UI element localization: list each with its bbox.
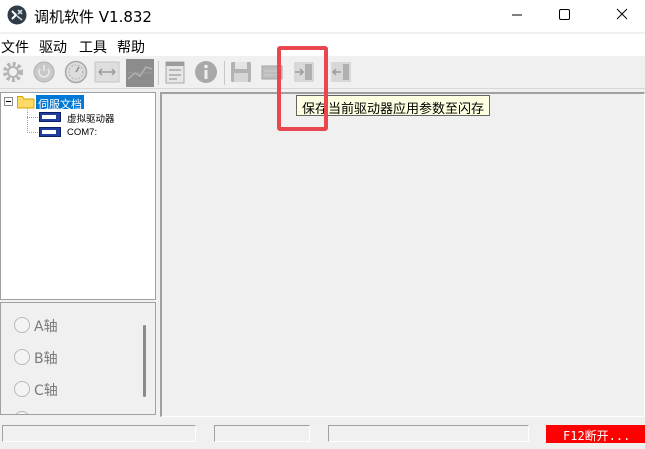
folder-icon	[17, 96, 35, 109]
status-field-1	[2, 425, 196, 442]
app-logo-icon	[7, 5, 27, 25]
minimize-icon	[512, 14, 522, 16]
param-log-icon	[165, 61, 185, 84]
close-icon	[616, 8, 628, 20]
drive-device-icon	[39, 127, 61, 137]
close-button[interactable]	[599, 0, 645, 30]
axis-b-label: B轴	[34, 351, 58, 367]
menu-tools[interactable]: 工具	[79, 37, 107, 57]
param-log-button[interactable]	[162, 59, 188, 85]
axis-b-radio[interactable]	[14, 349, 30, 365]
menu-help[interactable]: 帮助	[117, 37, 145, 57]
info-icon	[195, 61, 217, 83]
menu-file[interactable]: 文件	[1, 37, 29, 57]
disconnect-status-button[interactable]: F12断开...	[546, 425, 645, 443]
power-button[interactable]	[31, 59, 57, 85]
maximize-icon	[559, 9, 570, 20]
dial-button[interactable]	[63, 59, 89, 85]
axis-scrollbar[interactable]	[143, 325, 146, 397]
settings-gear-icon	[3, 62, 23, 82]
status-field-3	[328, 425, 529, 442]
toolbar-separator	[158, 61, 159, 85]
oscilloscope-button[interactable]	[126, 59, 154, 87]
info-button[interactable]	[193, 59, 219, 85]
axis-selector: A轴 B轴 C轴	[0, 302, 156, 415]
tree-item-label: COM7:	[67, 127, 98, 138]
status-field-2	[214, 425, 310, 442]
workspace-area	[160, 92, 645, 417]
title-bar: 调机软件 V1.832	[0, 0, 645, 32]
tree-root-item[interactable]: 伺服文档	[36, 95, 84, 111]
highlight-box	[277, 46, 328, 131]
save-icon	[231, 62, 251, 82]
menu-drive[interactable]: 驱动	[39, 37, 67, 57]
drive-device-icon	[39, 112, 61, 122]
power-icon	[33, 61, 55, 83]
toolbar-separator	[224, 61, 225, 85]
dial-gauge-icon	[64, 60, 88, 84]
device-tree: 伺服文档 虚拟驱动器 COM7:	[0, 92, 156, 300]
restore-default-button[interactable]	[328, 59, 354, 85]
tree-item-label: 虚拟驱动器	[67, 114, 115, 125]
oscilloscope-icon	[126, 59, 154, 87]
axis-c-radio[interactable]	[14, 381, 30, 397]
jog-move-button[interactable]	[94, 59, 120, 85]
window-title: 调机软件 V1.832	[34, 8, 152, 26]
axis-c-label: C轴	[34, 383, 58, 399]
maximize-button[interactable]	[541, 0, 587, 30]
minimize-button[interactable]	[494, 0, 540, 30]
save-button[interactable]	[228, 59, 254, 85]
tree-root-label: 伺服文档	[38, 99, 82, 111]
axis-a-label: A轴	[34, 319, 58, 335]
axis-next-radio[interactable]	[14, 411, 30, 414]
axis-a-radio[interactable]	[14, 317, 30, 333]
restore-default-icon	[331, 62, 351, 82]
settings-button[interactable]	[0, 59, 26, 85]
move-arrows-icon	[94, 61, 120, 83]
